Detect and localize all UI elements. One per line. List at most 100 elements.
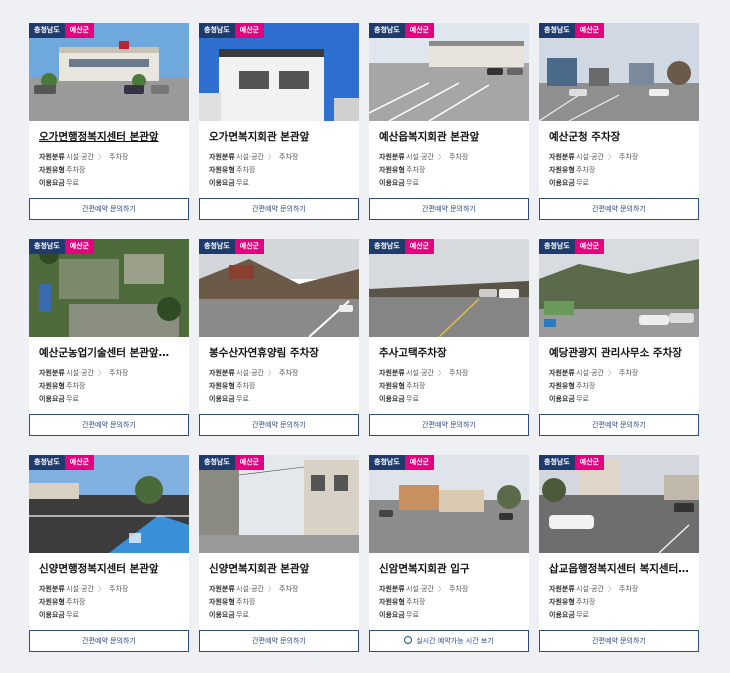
fee-value: 무료 — [236, 179, 249, 187]
region-badge: 충청남도 — [29, 23, 65, 38]
county-badge: 예산군 — [574, 23, 605, 38]
facility-card[interactable]: 충청남도 예산군 오가면행정복지센터 본관앞 자원분류 시설·공간 〉 주차장 자원유… — [29, 23, 189, 220]
reservation-inquiry-button[interactable]: 간편예약 문의하기 — [199, 414, 359, 436]
category-sub-value: 주차장 — [449, 369, 469, 377]
category-value: 시설·공간 — [406, 369, 434, 377]
region-badge: 충청남도 — [539, 23, 575, 38]
type-value: 주차장 — [236, 166, 256, 174]
realtime-availability-label: 실시간 예약가능 시간 보기 — [416, 637, 494, 645]
type-value: 주차장 — [236, 382, 256, 390]
chevron-right-icon: 〉 — [268, 153, 275, 161]
fee-value: 무료 — [236, 395, 249, 403]
facility-info: 자원분류 시설·공간 〉 주차장 자원유형 주차장 이용요금 무료 — [209, 151, 359, 190]
fee-value: 무료 — [576, 611, 589, 619]
county-badge: 예산군 — [234, 23, 265, 38]
facility-card[interactable]: 충청남도 예산군 봉수산자연휴양림 주차장 자원분류 시설·공간 〉 주차장 자원유형… — [199, 239, 359, 436]
fee-label: 이용요금 — [39, 395, 65, 403]
chevron-right-icon: 〉 — [268, 369, 275, 377]
facility-photo[interactable]: 충청남도 예산군 — [369, 239, 529, 337]
facility-info: 자원분류 시설·공간 〉 주차장 자원유형 주차장 이용요금 무료 — [39, 367, 189, 406]
type-value: 주차장 — [576, 166, 596, 174]
facility-title[interactable]: 오가면복지회관 본관앞 — [209, 130, 351, 144]
category-label: 자원분류 — [39, 369, 65, 377]
category-value: 시설·공간 — [576, 153, 604, 161]
facility-photo[interactable]: 충청남도 예산군 — [29, 455, 189, 553]
reservation-inquiry-button[interactable]: 간편예약 문의하기 — [539, 198, 699, 220]
facility-photo[interactable]: 충청남도 예산군 — [539, 239, 699, 337]
reservation-inquiry-button[interactable]: 간편예약 문의하기 — [199, 198, 359, 220]
facility-photo[interactable]: 충청남도 예산군 — [539, 23, 699, 121]
type-value: 주차장 — [576, 382, 596, 390]
reservation-inquiry-button[interactable]: 간편예약 문의하기 — [539, 414, 699, 436]
facility-card[interactable]: 충청남도 예산군 신양면복지회관 본관앞 자원분류 시설·공간 〉 주차장 자원유형 주… — [199, 455, 359, 652]
category-value: 시설·공간 — [236, 585, 264, 593]
facility-photo[interactable]: 충청남도 예산군 — [199, 239, 359, 337]
facility-card[interactable]: 충청남도 예산군 예산군농업기술센터 본관앞… 자원분류 시설·공간 〉 주차장 자원… — [29, 239, 189, 436]
facility-title[interactable]: 예산군농업기술센터 본관앞… — [39, 346, 181, 360]
fee-label: 이용요금 — [209, 395, 235, 403]
fee-value: 무료 — [66, 611, 79, 619]
facility-card[interactable]: 충청남도 예산군 오가면복지회관 본관앞 자원분류 시설·공간 〉 주차장 자원유형 주… — [199, 23, 359, 220]
facility-card[interactable]: 충청남도 예산군 예당관광지 관리사무소 주차장 자원분류 시설·공간 〉 주차장 자… — [539, 239, 699, 436]
county-badge: 예산군 — [404, 239, 435, 254]
facility-title[interactable]: 봉수산자연휴양림 주차장 — [209, 346, 351, 360]
facility-photo[interactable]: 충청남도 예산군 — [199, 23, 359, 121]
realtime-availability-button[interactable]: 실시간 예약가능 시간 보기 — [369, 630, 529, 652]
facility-card[interactable]: 충청남도 예산군 신양면행정복지센터 본관앞 자원분류 시설·공간 〉 주차장 자원유… — [29, 455, 189, 652]
region-badge: 충청남도 — [29, 455, 65, 470]
category-label: 자원분류 — [549, 369, 575, 377]
clock-icon — [404, 636, 413, 644]
type-label: 자원유형 — [379, 166, 405, 174]
reservation-inquiry-button[interactable]: 간편예약 문의하기 — [199, 630, 359, 652]
reservation-inquiry-button[interactable]: 간편예약 문의하기 — [29, 414, 189, 436]
facility-title[interactable]: 추사고택주차장 — [379, 346, 521, 360]
category-label: 자원분류 — [379, 585, 405, 593]
reservation-inquiry-button[interactable]: 간편예약 문의하기 — [539, 630, 699, 652]
facility-title[interactable]: 신양면행정복지센터 본관앞 — [39, 562, 181, 576]
chevron-right-icon: 〉 — [438, 585, 445, 593]
fee-label: 이용요금 — [549, 395, 575, 403]
facility-title[interactable]: 예당관광지 관리사무소 주차장 — [549, 346, 691, 360]
region-badge: 충청남도 — [539, 455, 575, 470]
county-badge: 예산군 — [64, 23, 95, 38]
facility-info: 자원분류 시설·공간 〉 주차장 자원유형 주차장 이용요금 무료 — [549, 367, 699, 406]
facility-title[interactable]: 신양면복지회관 본관앞 — [209, 562, 351, 576]
facility-card[interactable]: 충청남도 예산군 신암면복지회관 입구 자원분류 시설·공간 〉 주차장 자원유형 주차… — [369, 455, 529, 652]
facility-photo[interactable]: 충청남도 예산군 — [29, 23, 189, 121]
reservation-inquiry-button[interactable]: 간편예약 문의하기 — [29, 630, 189, 652]
facility-photo[interactable]: 충청남도 예산군 — [29, 239, 189, 337]
fee-value: 무료 — [576, 179, 589, 187]
facility-info: 자원분류 시설·공간 〉 주차장 자원유형 주차장 이용요금 무료 — [39, 583, 189, 622]
facility-card[interactable]: 충청남도 예산군 삽교읍행정복지센터 복지센터… 자원분류 시설·공간 〉 주차장 자… — [539, 455, 699, 652]
facility-info: 자원분류 시설·공간 〉 주차장 자원유형 주차장 이용요금 무료 — [209, 367, 359, 406]
facility-card[interactable]: 충청남도 예산군 예산읍복지회관 본관앞 자원분류 시설·공간 〉 주차장 자원유형 주… — [369, 23, 529, 220]
facility-title[interactable]: 삽교읍행정복지센터 복지센터… — [549, 562, 691, 576]
reservation-inquiry-button[interactable]: 간편예약 문의하기 — [369, 198, 529, 220]
category-label: 자원분류 — [379, 153, 405, 161]
facility-photo[interactable]: 충청남도 예산군 — [539, 455, 699, 553]
facility-info: 자원분류 시설·공간 〉 주차장 자원유형 주차장 이용요금 무료 — [379, 583, 529, 622]
county-badge: 예산군 — [404, 23, 435, 38]
reservation-inquiry-button[interactable]: 간편예약 문의하기 — [29, 198, 189, 220]
facility-title[interactable]: 예산군청 주차장 — [549, 130, 691, 144]
category-label: 자원분류 — [379, 369, 405, 377]
category-label: 자원분류 — [209, 369, 235, 377]
fee-label: 이용요금 — [549, 179, 575, 187]
county-badge: 예산군 — [404, 455, 435, 470]
facility-title[interactable]: 신암면복지회관 입구 — [379, 562, 521, 576]
chevron-right-icon: 〉 — [608, 369, 615, 377]
category-sub-value: 주차장 — [449, 153, 469, 161]
facility-card[interactable]: 충청남도 예산군 예산군청 주차장 자원분류 시설·공간 〉 주차장 자원유형 주차장 … — [539, 23, 699, 220]
reservation-inquiry-button[interactable]: 간편예약 문의하기 — [369, 414, 529, 436]
facility-title[interactable]: 오가면행정복지센터 본관앞 — [39, 130, 181, 144]
chevron-right-icon: 〉 — [438, 369, 445, 377]
facility-photo[interactable]: 충청남도 예산군 — [369, 23, 529, 121]
facility-info: 자원분류 시설·공간 〉 주차장 자원유형 주차장 이용요금 무료 — [379, 151, 529, 190]
type-value: 주차장 — [66, 166, 86, 174]
facility-title[interactable]: 예산읍복지회관 본관앞 — [379, 130, 521, 144]
type-label: 자원유형 — [209, 166, 235, 174]
facility-photo[interactable]: 충청남도 예산군 — [369, 455, 529, 553]
category-label: 자원분류 — [549, 585, 575, 593]
facility-card[interactable]: 충청남도 예산군 추사고택주차장 자원분류 시설·공간 〉 주차장 자원유형 주차장 이… — [369, 239, 529, 436]
facility-photo[interactable]: 충청남도 예산군 — [199, 455, 359, 553]
